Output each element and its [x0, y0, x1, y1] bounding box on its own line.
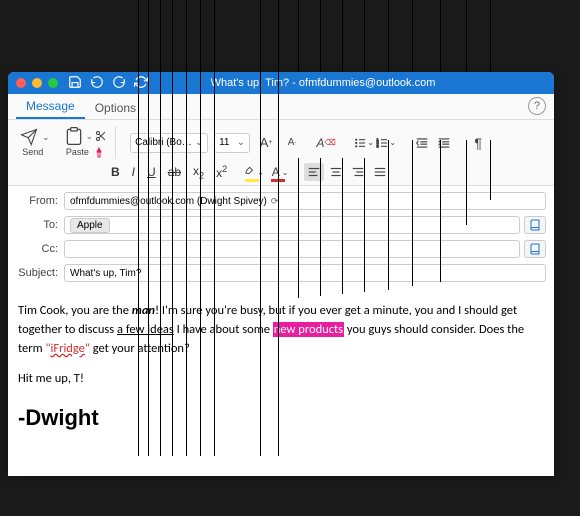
callout-line [466, 0, 467, 72]
strike-button[interactable]: ab [165, 165, 184, 179]
body-paragraph-1: Tim Cook, you are the man! I'm sure you'… [18, 302, 544, 358]
compose-window: What's up, Tim? - ofmfdummies@outlook.co… [8, 72, 554, 476]
minimize-window[interactable] [32, 78, 42, 88]
decrease-indent-icon[interactable] [412, 134, 432, 152]
callout-line [440, 0, 441, 72]
decrease-font-icon[interactable]: A- [282, 134, 302, 152]
bold-italic-text: man [132, 303, 155, 318]
bullets-icon[interactable]: ⌄ [354, 134, 374, 152]
callout-line [298, 0, 299, 72]
format-painter-icon[interactable] [93, 147, 105, 159]
callout-line [412, 0, 413, 72]
font-size-select[interactable]: 11 [214, 133, 250, 153]
cc-field[interactable] [64, 240, 520, 258]
cut-icon[interactable] [95, 130, 107, 142]
to-address-book-icon[interactable] [524, 216, 546, 234]
svg-text:3: 3 [377, 143, 379, 148]
tab-message[interactable]: Message [16, 94, 85, 119]
send-label: Send [22, 147, 43, 157]
message-body[interactable]: Tim Cook, you are the man! I'm sure you'… [8, 290, 554, 446]
callout-line [342, 0, 343, 72]
window-controls [16, 78, 58, 88]
send-group: ⌄ Send [16, 128, 50, 157]
clear-format-icon[interactable]: A⌫ [316, 134, 336, 152]
highlight-button[interactable]: ⌄ [244, 163, 264, 181]
font-color-button[interactable]: A⌄ [270, 163, 290, 181]
subject-field[interactable]: What's up, Tim? [64, 264, 546, 282]
pilcrow-icon[interactable]: ¶ [468, 134, 488, 152]
callout-line [490, 0, 491, 72]
increase-font-icon[interactable]: A+ [256, 134, 276, 152]
align-right-icon[interactable] [348, 163, 368, 181]
send-button[interactable]: ⌄ [16, 128, 50, 146]
subscript-button[interactable]: x2 [190, 164, 207, 180]
body-paragraph-2: Hit me up, T! [18, 370, 544, 389]
align-left-icon[interactable] [304, 163, 324, 181]
recipient-chip[interactable]: Apple [70, 218, 110, 233]
to-field[interactable]: Apple [64, 216, 520, 234]
callout-line [388, 0, 389, 72]
highlighted-text: new products [273, 322, 344, 337]
from-field[interactable]: ofmfdummies@outlook.com (Dwight Spivey)⟳ [64, 192, 546, 210]
close-window[interactable] [16, 78, 26, 88]
ribbon-tabs: Message Options ? [8, 94, 554, 120]
format-row: B I U ab x2 x2 ⌄ A⌄ [108, 163, 546, 181]
zoom-window[interactable] [48, 78, 58, 88]
ribbon: ⌄ Send ⌄ Paste Calibri (Bo… 11 A+ A- A⌫ [8, 120, 554, 186]
increase-indent-icon[interactable] [434, 134, 454, 152]
header-fields: From: ofmfdummies@outlook.com (Dwight Sp… [8, 186, 554, 290]
tab-options[interactable]: Options [85, 96, 146, 119]
window-title: What's up, Tim? - ofmfdummies@outlook.co… [100, 77, 546, 89]
underline-button[interactable]: U [144, 165, 159, 179]
font-family-select[interactable]: Calibri (Bo… [130, 133, 208, 153]
paste-button[interactable]: ⌄ [64, 126, 108, 146]
paste-group: ⌄ Paste [64, 126, 117, 159]
titlebar: What's up, Tim? - ofmfdummies@outlook.co… [8, 72, 554, 94]
superscript-button[interactable]: x2 [213, 164, 230, 180]
from-label: From: [16, 195, 64, 207]
subject-label: Subject: [16, 267, 64, 279]
bold-button[interactable]: B [108, 165, 123, 179]
callout-line [320, 0, 321, 72]
align-justify-icon[interactable] [370, 163, 390, 181]
callout-line [364, 0, 365, 72]
cc-address-book-icon[interactable] [524, 240, 546, 258]
red-wavy-text: iFridge [50, 341, 84, 356]
cc-label: Cc: [16, 243, 64, 255]
save-icon[interactable] [68, 75, 82, 92]
italic-button[interactable]: I [129, 165, 138, 179]
numbering-icon[interactable]: 123⌄ [376, 134, 396, 152]
align-center-icon[interactable] [326, 163, 346, 181]
signature: -Dwight [18, 401, 544, 434]
help-icon[interactable]: ? [528, 97, 546, 115]
paste-label: Paste [66, 147, 89, 159]
to-label: To: [16, 219, 64, 231]
underlined-text: a few ideas [117, 322, 174, 337]
